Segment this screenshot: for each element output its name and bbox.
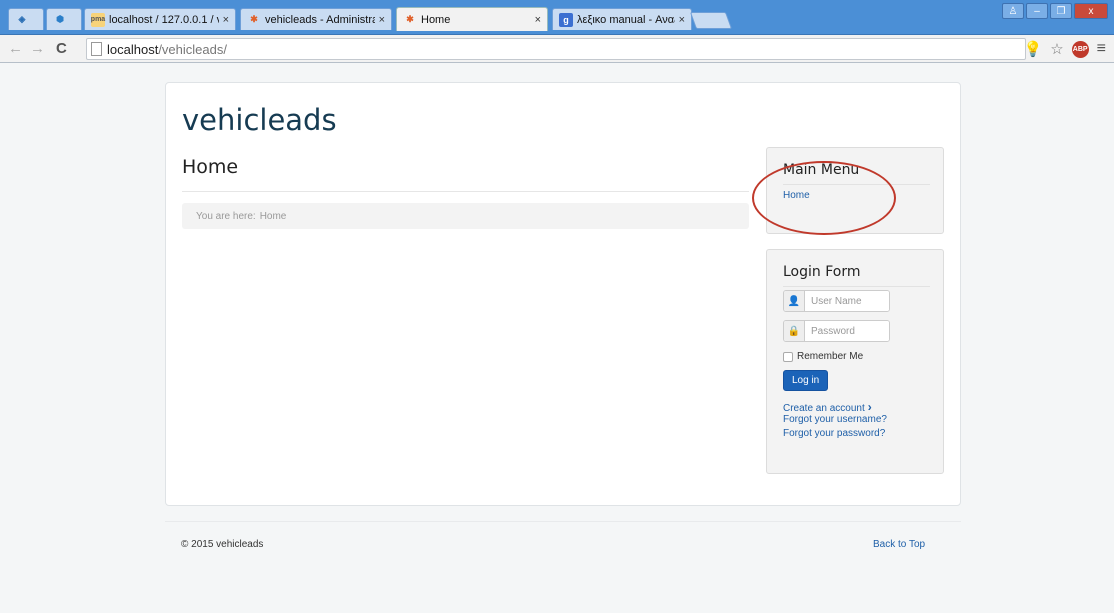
password-field[interactable]: [805, 321, 889, 341]
user-profile-icon[interactable]: ♙: [1002, 3, 1024, 19]
tab-label: Home: [421, 13, 451, 26]
main-menu-title: Main Menu: [783, 162, 860, 178]
url-path: /vehicleads/: [158, 41, 227, 57]
forgot-username-link[interactable]: Forgot your username?: [783, 414, 887, 425]
maximize-button[interactable]: ❐: [1050, 3, 1072, 19]
back-arrow-icon[interactable]: ←: [8, 40, 23, 57]
browser-titlebar: ◈ ⬢ pma localhost / 127.0.0.1 / vehi × ✱…: [0, 0, 1114, 35]
tab-close-icon[interactable]: ×: [679, 14, 685, 26]
page-heading: Home: [182, 156, 239, 178]
login-button[interactable]: Log in: [783, 370, 829, 391]
remember-me-checkbox[interactable]: [783, 351, 793, 362]
remember-me-label[interactable]: Remember Me: [797, 351, 863, 362]
joomla-icon: ✱: [406, 14, 414, 24]
site-title[interactable]: vehicleads: [182, 103, 337, 137]
login-form-module: Login Form 👤 🔒 Remember Me Log in Create…: [766, 249, 944, 474]
user-icon: 👤: [784, 291, 805, 311]
create-account-link[interactable]: Create an account ›: [783, 400, 872, 414]
joomla-icon: ✱: [250, 14, 258, 24]
puzzle-icon: ◈: [18, 14, 26, 24]
chevron-right-icon: ›: [867, 400, 872, 414]
new-tab-button[interactable]: [689, 12, 733, 29]
phpmyadmin-icon: pma: [91, 12, 105, 27]
google-icon: g: [559, 12, 573, 27]
module-divider: [783, 184, 930, 185]
footer-copyright: © 2015 vehicleads: [181, 539, 264, 550]
menu-item-home[interactable]: Home: [783, 190, 810, 201]
reload-icon[interactable]: C: [56, 40, 67, 57]
page-viewport: vehicleads Home You are here: Home Main …: [0, 64, 1114, 613]
main-menu-module: Main Menu Home: [766, 147, 944, 234]
tab-label: localhost / 127.0.0.1 / vehi: [109, 13, 219, 26]
bookmark-star-icon[interactable]: ☆: [1050, 40, 1063, 58]
window-controls: ♙ – ❐ x: [1002, 3, 1108, 19]
browser-toolbar: ← → C localhost/vehicleads/ 💡 ☆ ABP ≡: [0, 35, 1114, 63]
lightbulb-icon[interactable]: 💡: [1024, 40, 1043, 58]
tab-home[interactable]: ✱ Home ×: [396, 7, 548, 31]
tab-google-search[interactable]: g λεξικο manual - Αναζήτησ ×: [552, 8, 692, 30]
create-account-label: Create an account: [783, 403, 865, 414]
breadcrumb-current: Home: [259, 210, 287, 222]
close-window-button[interactable]: x: [1074, 3, 1108, 19]
remember-me: Remember Me: [783, 351, 863, 362]
url-host: localhost: [107, 41, 159, 57]
minimize-button[interactable]: –: [1026, 3, 1048, 19]
tab-extension-1[interactable]: ◈: [8, 8, 44, 30]
password-group: 🔒: [783, 320, 890, 342]
username-field[interactable]: [805, 291, 889, 311]
address-bar[interactable]: localhost/vehicleads/: [86, 38, 1026, 60]
browser-menu-icon[interactable]: ≡: [1097, 40, 1106, 58]
back-to-top-link[interactable]: Back to Top: [873, 539, 925, 550]
tab-administration[interactable]: ✱ vehicleads - Administratio ×: [240, 8, 392, 30]
tab-close-icon[interactable]: ×: [223, 14, 229, 26]
adblock-plus-icon[interactable]: ABP: [1071, 40, 1089, 58]
breadcrumb: You are here: Home: [182, 203, 749, 229]
forward-arrow-icon[interactable]: →: [30, 40, 45, 57]
toolbar-actions: 💡 ☆ ABP ≡: [1024, 40, 1106, 58]
footer-divider: [165, 521, 961, 522]
forgot-password-link[interactable]: Forgot your password?: [783, 428, 885, 439]
username-group: 👤: [783, 290, 890, 312]
tab-close-icon[interactable]: ×: [535, 14, 541, 26]
box-icon: ⬢: [56, 14, 64, 24]
tab-label: vehicleads - Administratio: [265, 13, 375, 26]
tab-label: λεξικο manual - Αναζήτησ: [577, 13, 675, 26]
lock-icon: 🔒: [784, 321, 805, 341]
tab-close-icon[interactable]: ×: [379, 14, 385, 26]
login-form-title: Login Form: [783, 264, 861, 280]
tab-phpmyadmin[interactable]: pma localhost / 127.0.0.1 / vehi ×: [84, 8, 236, 30]
heading-divider: [182, 191, 749, 192]
site-container: vehicleads Home You are here: Home Main …: [165, 82, 961, 506]
module-divider: [783, 286, 930, 287]
page-document-icon: [91, 42, 102, 56]
tab-extension-2[interactable]: ⬢: [46, 8, 82, 30]
breadcrumb-prefix: You are here:: [196, 210, 256, 222]
